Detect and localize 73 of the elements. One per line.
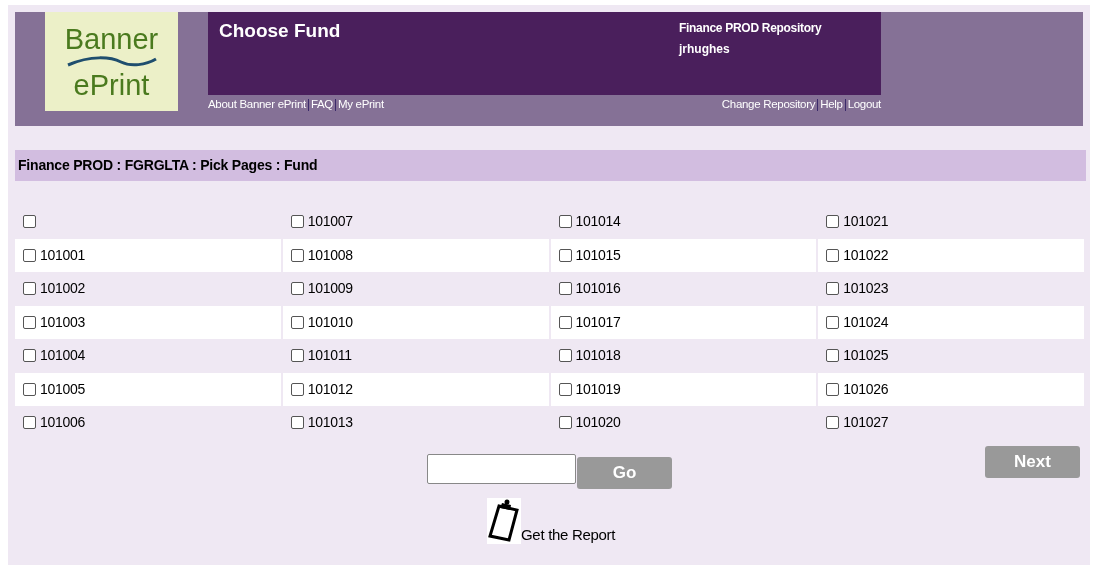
checkbox[interactable] [23, 382, 36, 396]
fund-label: 101009 [307, 279, 353, 299]
fund-label: 101025 [843, 346, 889, 366]
go-button[interactable]: Go [577, 456, 672, 489]
checkbox[interactable] [826, 416, 840, 430]
next-button[interactable]: Next [985, 445, 1080, 478]
checkbox[interactable] [23, 215, 36, 229]
checkbox[interactable] [826, 315, 840, 329]
checkbox[interactable] [826, 248, 840, 262]
checkbox[interactable] [558, 349, 572, 363]
checkbox[interactable] [826, 282, 840, 296]
logo-text: ePrint [73, 68, 150, 101]
checkbox[interactable] [290, 416, 304, 430]
checkbox[interactable] [290, 382, 304, 396]
fund-label: 101004 [40, 346, 85, 366]
header-link[interactable]: Change Repository [721, 96, 816, 114]
checkbox[interactable] [558, 416, 572, 430]
checkbox[interactable] [558, 382, 572, 396]
fund-label: 101026 [843, 379, 889, 399]
fund-label: 101015 [575, 245, 621, 265]
header-link[interactable]: Logout [847, 96, 881, 114]
fund-label: 101007 [307, 212, 353, 232]
clipboard-icon[interactable] [487, 497, 521, 544]
fund-label: 101011 [307, 346, 352, 366]
checkbox[interactable] [23, 282, 36, 296]
fund-label: 101022 [843, 245, 889, 265]
checkbox[interactable] [290, 315, 304, 329]
fund-label: 101002 [40, 279, 85, 299]
checkbox[interactable] [558, 248, 572, 262]
fund-label: 101003 [40, 312, 85, 332]
checkbox[interactable] [558, 315, 572, 329]
fund-label: 101001 [40, 245, 85, 265]
fund-label: 101023 [843, 279, 889, 299]
checkbox[interactable] [23, 416, 36, 430]
search-field[interactable] [427, 453, 576, 484]
checkbox[interactable] [290, 349, 304, 363]
checkbox[interactable] [290, 215, 304, 229]
checkbox[interactable] [558, 215, 572, 229]
header-link[interactable]: Help [820, 96, 843, 114]
wave-icon [65, 54, 158, 69]
checkbox[interactable] [290, 248, 304, 262]
header-link[interactable]: FAQ [310, 96, 333, 114]
user-name: jrhughes [679, 41, 731, 57]
checkbox[interactable] [23, 315, 36, 329]
page-title: Choose Fund [219, 19, 342, 43]
fund-label: 101013 [307, 413, 353, 433]
logo-text: Banner [64, 22, 159, 55]
report-link[interactable]: Get the Report [521, 525, 616, 544]
fund-label: 101008 [307, 245, 353, 265]
checkbox[interactable] [23, 349, 36, 363]
fund-label: 101020 [575, 413, 621, 433]
checkbox[interactable] [826, 382, 840, 396]
header-link[interactable]: About Banner ePrint [208, 96, 306, 114]
breadcrumb: Finance PROD : FGRGLTA : Pick Pages : Fund [18, 156, 318, 175]
fund-label: 101017 [575, 312, 621, 332]
fund-label: 101010 [307, 312, 353, 332]
fund-label: 101016 [575, 279, 621, 299]
fund-label: 101021 [843, 212, 889, 232]
checkbox[interactable] [826, 215, 840, 229]
header-link[interactable]: My ePrint [338, 96, 384, 114]
repository-name: Finance PROD Repository [679, 20, 822, 36]
fund-label: 101012 [307, 379, 353, 399]
checkbox[interactable] [558, 282, 572, 296]
fund-label: 101018 [575, 346, 621, 366]
checkbox[interactable] [23, 248, 36, 262]
checkbox[interactable] [290, 282, 304, 296]
fund-label: 101006 [40, 413, 85, 433]
fund-label: 101014 [575, 212, 621, 232]
fund-label: 101027 [843, 413, 889, 433]
checkbox[interactable] [826, 349, 840, 363]
fund-label: 101005 [40, 379, 85, 399]
fund-label: 101024 [843, 312, 889, 332]
fund-label: 101019 [575, 379, 621, 399]
